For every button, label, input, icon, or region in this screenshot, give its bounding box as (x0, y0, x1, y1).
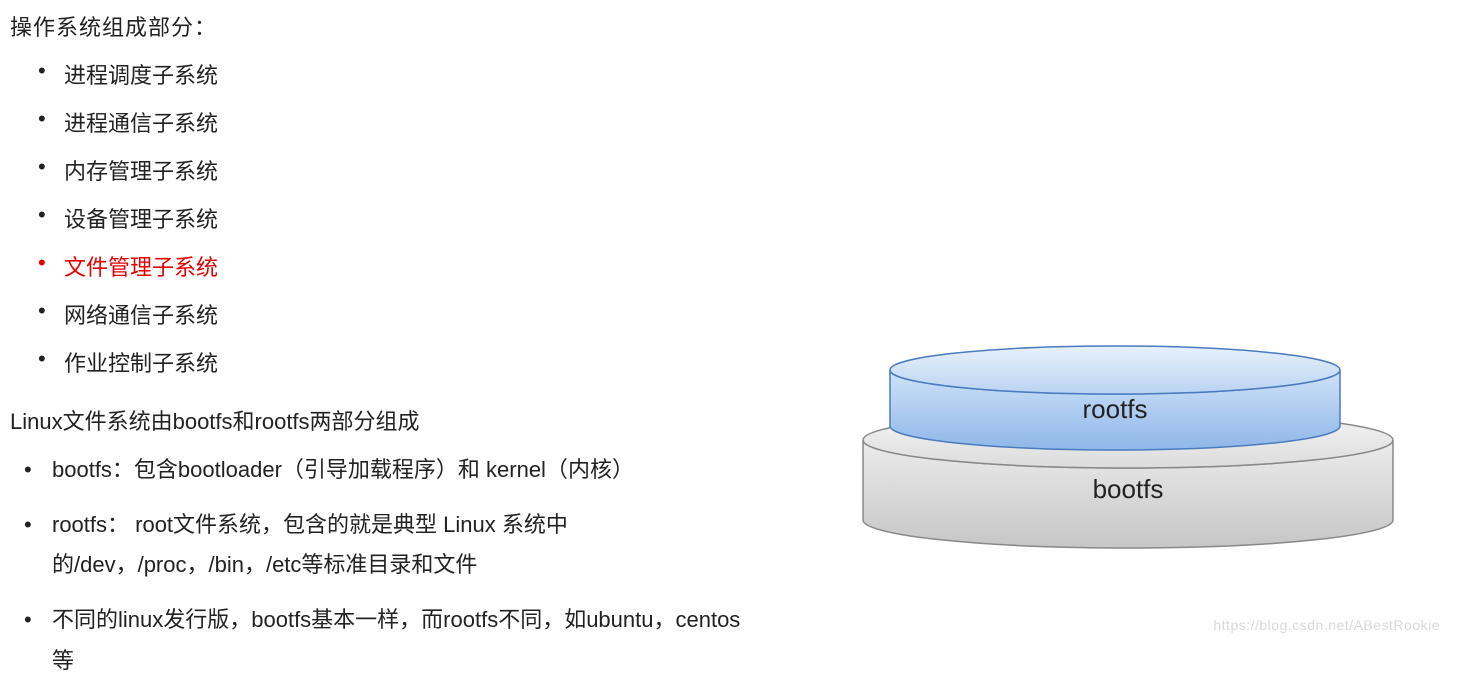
fs-heading: Linux文件系统由bootfs和rootfs两部分组成 (10, 404, 760, 436)
diagram-svg: bootfs rootfs (818, 340, 1438, 570)
fs-list: bootfs：包含bootloader（引导加载程序）和 kernel（内核） … (10, 450, 760, 681)
os-item: 网络通信子系统 (38, 298, 760, 330)
content-left: 操作系统组成部分： 进程调度子系统 进程通信子系统 内存管理子系统 设备管理子系… (0, 0, 760, 695)
bootfs-label: bootfs (1093, 474, 1164, 504)
os-item: 内存管理子系统 (38, 154, 760, 186)
os-item: 设备管理子系统 (38, 202, 760, 234)
watermark: https://blog.csdn.net/ABestRookie (1213, 617, 1440, 633)
fs-item: bootfs：包含bootloader（引导加载程序）和 kernel（内核） (10, 450, 760, 491)
os-item: 作业控制子系统 (38, 346, 760, 378)
os-item-highlighted: 文件管理子系统 (38, 250, 760, 282)
os-heading: 操作系统组成部分： (10, 10, 760, 42)
os-item: 进程调度子系统 (38, 58, 760, 90)
fs-item: 不同的linux发行版，bootfs基本一样，而rootfs不同，如ubuntu… (10, 600, 760, 681)
os-component-list: 进程调度子系统 进程通信子系统 内存管理子系统 设备管理子系统 文件管理子系统 … (38, 58, 760, 378)
rootfs-label: rootfs (1082, 394, 1147, 424)
os-item: 进程通信子系统 (38, 106, 760, 138)
rootfs-cylinder: rootfs (890, 346, 1340, 450)
fs-item: rootfs： root文件系统，包含的就是典型 Linux 系统中的/dev，… (10, 505, 760, 586)
stacked-cylinders-diagram: bootfs rootfs (818, 340, 1438, 570)
